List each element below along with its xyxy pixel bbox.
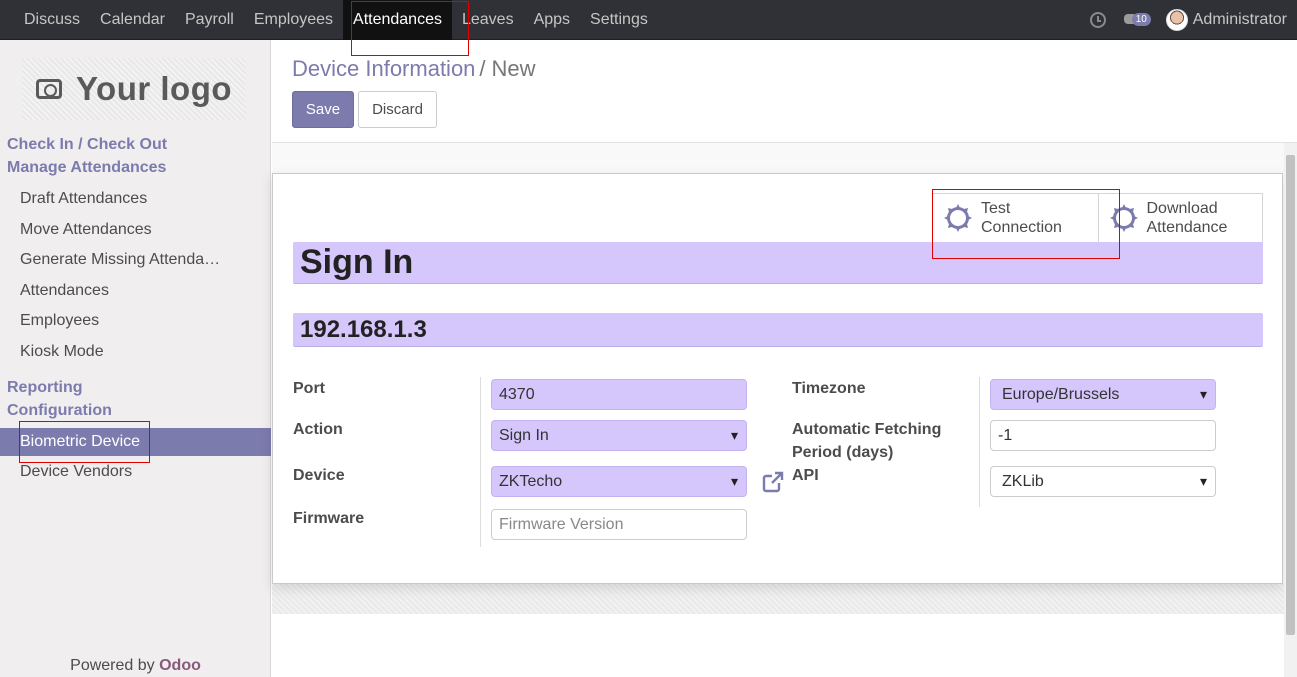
sidebar-section-configuration[interactable]: Configuration: [7, 402, 112, 420]
company-logo[interactable]: Your logo: [22, 58, 246, 120]
fetch-period-label: Automatic Fetching Period (days): [792, 418, 941, 464]
user-avatar[interactable]: [1165, 9, 1188, 31]
powered-by: Powered by Odoo: [0, 657, 271, 675]
sidebar: Your logo Check In / Check Out Manage At…: [0, 40, 271, 677]
port-input[interactable]: 4370: [491, 379, 747, 410]
sidebar-item-employees[interactable]: Employees: [0, 307, 271, 335]
highlight-biometric-device: [19, 421, 150, 463]
sidebar-item-generate-missing[interactable]: Generate Missing Attenda…: [0, 246, 271, 274]
right-group-divider: [979, 377, 980, 507]
breadcrumb-separator: /: [479, 56, 486, 81]
systray: 10 Administrator: [1089, 0, 1287, 40]
menu-payroll[interactable]: Payroll: [175, 0, 244, 40]
user-menu[interactable]: Administrator: [1193, 11, 1287, 29]
form-view: Test Connection Download Attendance Sign…: [272, 143, 1284, 677]
chat-count-badge: 10: [1131, 13, 1151, 26]
sidebar-item-move-attendances[interactable]: Move Attendances: [0, 216, 271, 244]
timezone-select[interactable]: Europe/Brussels: [990, 379, 1216, 410]
api-select[interactable]: ZKLib: [990, 466, 1216, 497]
ip-address-input[interactable]: 192.168.1.3: [293, 313, 1263, 347]
scrollbar-thumb[interactable]: [1286, 155, 1295, 635]
camera-icon: [35, 79, 62, 99]
menu-calendar[interactable]: Calendar: [90, 0, 175, 40]
menu-settings[interactable]: Settings: [580, 0, 658, 40]
save-button[interactable]: Save: [292, 91, 354, 128]
sidebar-section-manage-attendances[interactable]: Manage Attendances: [7, 159, 166, 177]
external-link-icon[interactable]: [761, 470, 785, 494]
timezone-label: Timezone: [792, 380, 866, 397]
scrollbar[interactable]: [1284, 143, 1297, 677]
sidebar-item-kiosk-mode[interactable]: Kiosk Mode: [0, 338, 271, 366]
firmware-label: Firmware: [293, 510, 365, 527]
fetch-period-input[interactable]: -1: [990, 420, 1216, 451]
download-attendance-button[interactable]: Download Attendance: [1097, 194, 1263, 242]
api-label: API: [792, 467, 819, 484]
discard-button[interactable]: Discard: [358, 91, 437, 128]
menu-apps[interactable]: Apps: [524, 0, 580, 40]
messaging-menu[interactable]: 10: [1123, 10, 1151, 30]
clock-icon[interactable]: [1089, 12, 1106, 28]
left-group-divider: [480, 377, 481, 547]
highlight-attendances-menu: [351, 1, 469, 56]
fetch-period-label-line1: Automatic Fetching: [792, 421, 942, 438]
download-attendance-line1: Download: [1146, 200, 1218, 217]
highlight-test-connection: [932, 189, 1120, 259]
form-sheet: Test Connection Download Attendance Sign…: [272, 173, 1283, 584]
menu-discuss[interactable]: Discuss: [14, 0, 90, 40]
sidebar-section-reporting[interactable]: Reporting: [7, 379, 83, 397]
sidebar-item-attendances[interactable]: Attendances: [0, 277, 271, 305]
download-attendance-line2: Attendance: [1146, 219, 1228, 236]
port-label: Port: [293, 380, 325, 397]
device-select[interactable]: ZKTecho: [491, 466, 747, 497]
sheet-background: [272, 584, 1284, 614]
action-label: Action: [293, 421, 343, 438]
top-navbar: Discuss Calendar Payroll Employees Atten…: [0, 0, 1297, 40]
app-menu: Discuss Calendar Payroll Employees Atten…: [14, 0, 658, 40]
breadcrumb-device-information[interactable]: Device Information: [292, 56, 475, 81]
chatter-area: [272, 614, 1284, 677]
sidebar-item-draft-attendances[interactable]: Draft Attendances: [0, 185, 271, 213]
sidebar-section-check-in-out[interactable]: Check In / Check Out: [7, 136, 167, 154]
device-label: Device: [293, 467, 345, 484]
odoo-link[interactable]: Odoo: [159, 657, 201, 674]
firmware-input[interactable]: Firmware Version: [491, 509, 747, 540]
logo-text: Your logo: [75, 70, 233, 107]
breadcrumb: Device Information / New: [292, 56, 536, 82]
menu-employees[interactable]: Employees: [244, 0, 343, 40]
download-attendance-label: Download Attendance: [1147, 199, 1228, 237]
action-select[interactable]: Sign In: [491, 420, 747, 451]
powered-by-text: Powered by: [70, 657, 155, 674]
breadcrumb-current: New: [491, 56, 536, 81]
fetch-period-label-line2: Period (days): [792, 444, 894, 461]
